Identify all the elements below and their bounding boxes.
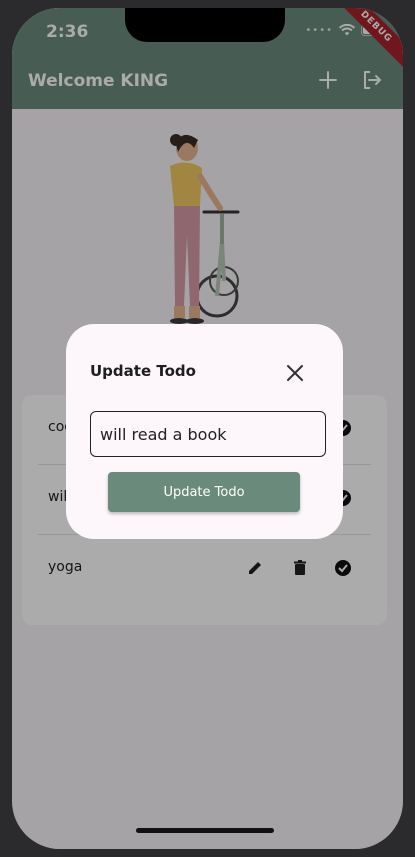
device-frame: 2:36 •••• DEBUG Welcome KING codi will r… — [0, 0, 415, 857]
phone-screen: 2:36 •••• DEBUG Welcome KING codi will r… — [12, 8, 403, 849]
dialog-title: Update Todo — [90, 362, 196, 380]
close-icon[interactable] — [284, 362, 306, 384]
todo-input[interactable] — [90, 411, 326, 457]
update-todo-dialog: Update Todo Update Todo — [66, 324, 343, 539]
update-todo-button[interactable]: Update Todo — [108, 472, 300, 512]
home-indicator — [136, 828, 274, 833]
